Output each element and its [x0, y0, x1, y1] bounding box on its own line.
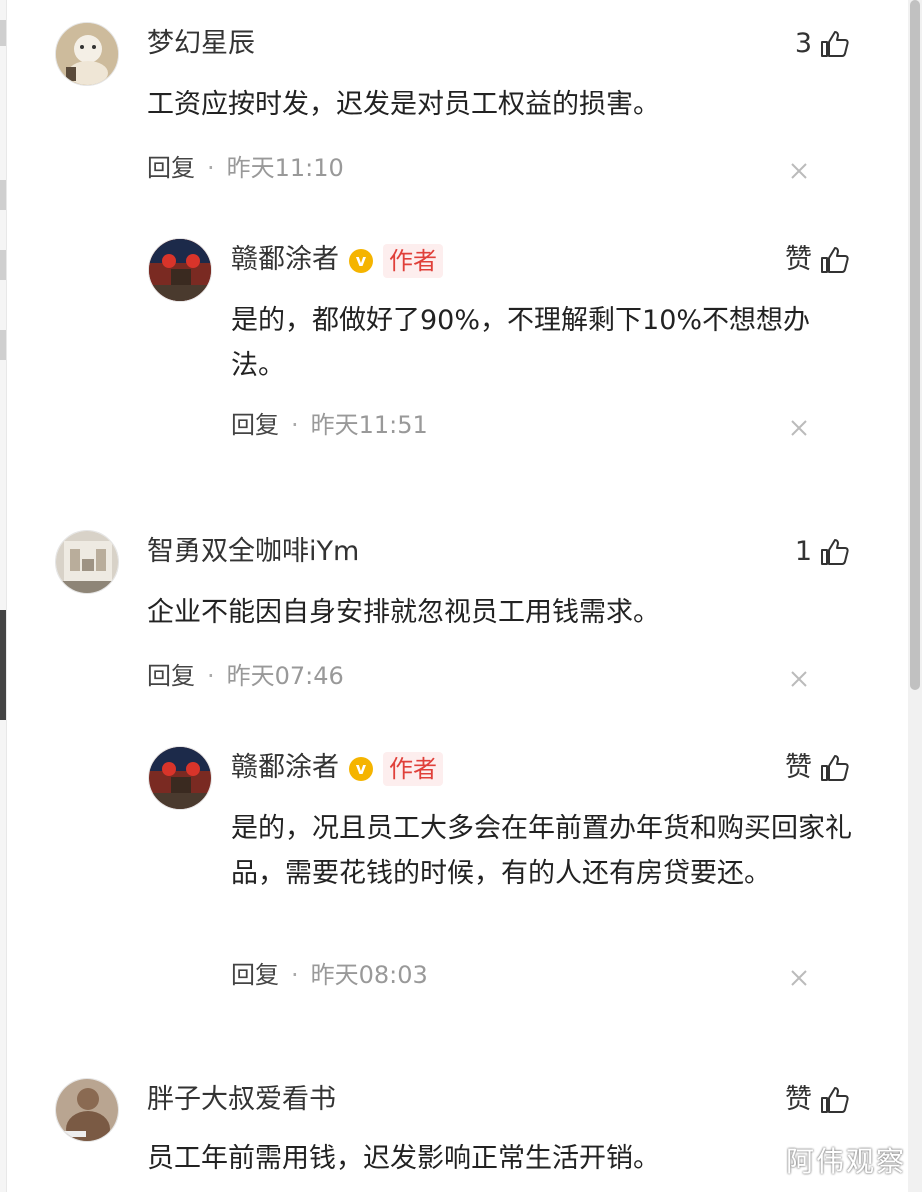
like-button[interactable]: 赞	[785, 1082, 850, 1118]
comment-username[interactable]: 梦幻星辰	[147, 26, 255, 62]
watermark: 阿伟观察	[785, 1145, 906, 1178]
comment-text: 工资应按时发，迟发是对员工权益的损害。	[147, 89, 660, 120]
like-button[interactable]: 赞	[785, 242, 850, 278]
like-count: 3	[794, 28, 812, 59]
comment-time: 昨天07:46	[226, 662, 344, 690]
comment-meta: 回复 · 昨天07:46	[147, 662, 344, 690]
left-panel-edge	[0, 0, 7, 1192]
reply-username-text[interactable]: 赣鄱涂者	[231, 752, 339, 783]
thumbs-up-icon	[821, 31, 849, 57]
reply-text: 是的，都做好了90%，不理解剩下10%不想想办法。	[231, 305, 811, 381]
thumbs-up-icon	[821, 1087, 849, 1113]
avatar[interactable]	[55, 530, 119, 594]
thumbs-up-icon	[821, 755, 849, 781]
comment-text: 员工年前需用钱，迟发影响正常生活开销。	[147, 1143, 660, 1174]
comment-meta: 回复 · 昨天11:10	[147, 154, 344, 182]
reply-button[interactable]: 回复	[231, 961, 279, 989]
author-badge: 作者	[383, 751, 443, 786]
like-count: 赞	[785, 244, 812, 275]
like-count: 赞	[785, 1084, 812, 1115]
like-button[interactable]: 3	[795, 26, 850, 62]
close-icon[interactable]	[790, 162, 808, 180]
reply-meta: 回复 · 昨天08:03	[231, 961, 428, 989]
like-count: 赞	[785, 752, 812, 783]
avatar[interactable]	[148, 746, 212, 810]
thumbs-up-icon	[821, 247, 849, 273]
avatar[interactable]	[55, 22, 119, 86]
avatar[interactable]	[148, 238, 212, 302]
comment-username[interactable]: 胖子大叔爱看书	[147, 1082, 336, 1118]
reply-button[interactable]: 回复	[147, 154, 195, 182]
like-button[interactable]: 赞	[785, 750, 850, 786]
avatar[interactable]	[55, 1078, 119, 1142]
thumbs-up-icon	[821, 539, 849, 565]
reply-button[interactable]: 回复	[147, 662, 195, 690]
close-icon[interactable]	[790, 969, 808, 987]
close-icon[interactable]	[790, 670, 808, 688]
reply-username-text[interactable]: 赣鄱涂者	[231, 244, 339, 275]
reply-username: 赣鄱涂者 v 作者	[231, 750, 443, 786]
reply-time: 昨天08:03	[310, 961, 428, 989]
close-icon[interactable]	[790, 419, 808, 437]
reply-button[interactable]: 回复	[231, 411, 279, 439]
verified-icon: v	[349, 756, 373, 781]
reply-meta: 回复 · 昨天11:51	[231, 411, 428, 439]
reply-text: 是的，况且员工大多会在年前置办年货和购买回家礼品，需要花钱的时候，有的人还有房贷…	[231, 813, 852, 889]
author-badge: 作者	[383, 243, 443, 278]
reply-time: 昨天11:51	[310, 411, 428, 439]
verified-icon: v	[349, 248, 373, 273]
comment-text: 企业不能因自身安排就忽视员工用钱需求。	[147, 597, 660, 628]
comment-username[interactable]: 智勇双全咖啡iYm	[147, 534, 359, 570]
comment-time: 昨天11:10	[226, 154, 344, 182]
scrollbar[interactable]	[908, 0, 922, 1192]
reply-username: 赣鄱涂者 v 作者	[231, 242, 443, 278]
scrollbar-thumb[interactable]	[910, 0, 920, 690]
like-button[interactable]: 1	[795, 534, 850, 570]
like-count: 1	[794, 536, 812, 567]
